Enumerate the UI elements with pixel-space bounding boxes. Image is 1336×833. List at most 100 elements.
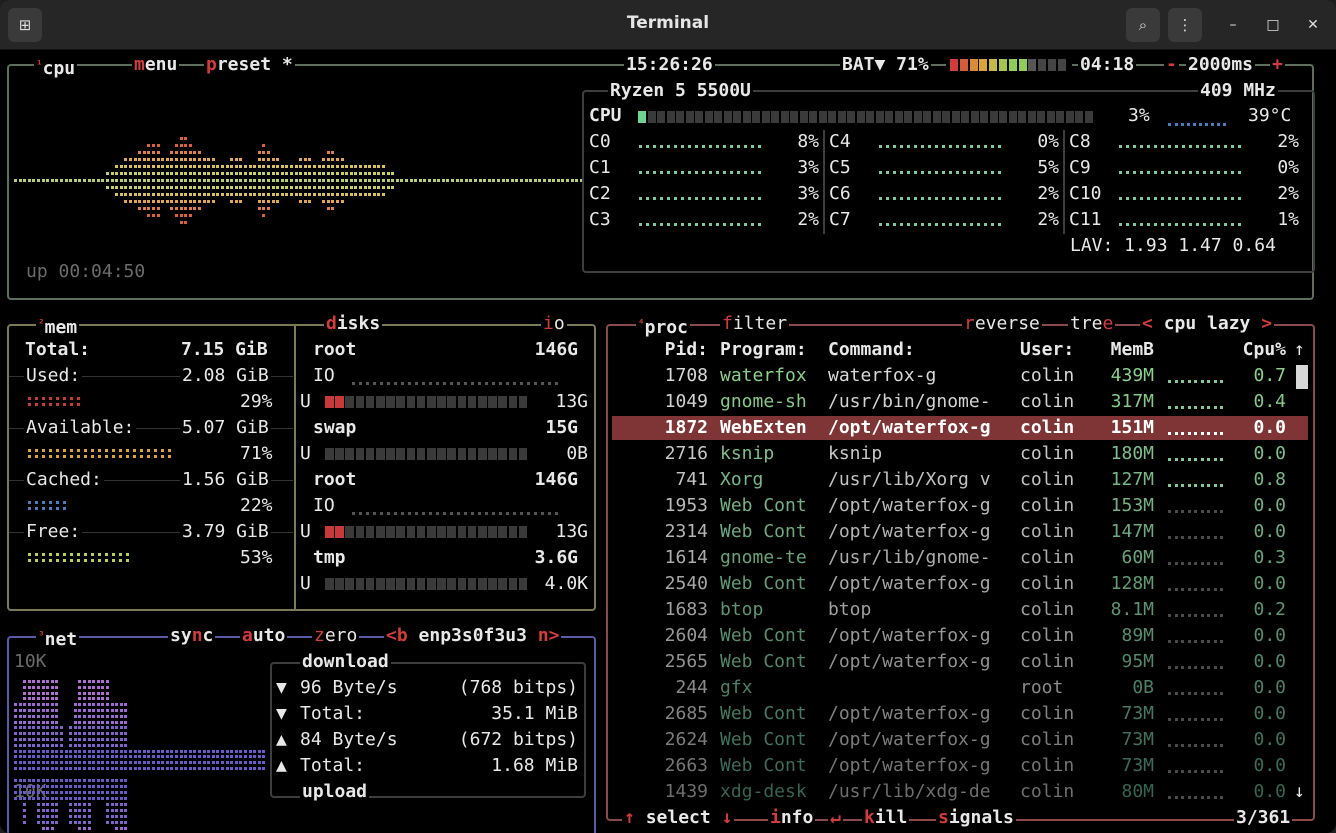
cpu-graph-dot xyxy=(257,172,261,175)
process-row[interactable]: 2624 Web Cont/opt/waterfox-g colin 73M 0.0 xyxy=(612,728,1308,752)
cpu-graph-dot xyxy=(469,179,473,182)
rate-decrease-button[interactable]: - xyxy=(1164,53,1179,77)
graph-dot xyxy=(667,197,670,200)
net-download-dot xyxy=(129,755,132,759)
mem-tab[interactable]: ²mem xyxy=(36,312,80,338)
process-row[interactable]: 1872 WebExten/opt/waterfox-g colin 151M 0.0 xyxy=(612,416,1308,440)
cpu-temp-graph xyxy=(1168,123,1226,126)
cpu-graph-dot xyxy=(372,165,376,168)
net-upload-dot xyxy=(115,791,119,794)
net-download-dot xyxy=(73,749,77,753)
net-download-dot xyxy=(138,761,142,765)
cpu-tab[interactable]: ¹cpu xyxy=(34,53,78,79)
graph-dot xyxy=(914,145,917,148)
maximize-icon[interactable]: □ xyxy=(1261,13,1285,37)
process-row[interactable]: 2716 ksnip ksnip colin 180M 0.0 xyxy=(612,442,1308,466)
net-upload-dot xyxy=(55,821,59,824)
col-mem[interactable]: MemB xyxy=(1092,338,1154,362)
proc-tab[interactable]: ⁴proc xyxy=(636,312,690,338)
cpu-graph-dot xyxy=(147,165,151,168)
net-download-dot xyxy=(179,761,183,765)
col-program[interactable]: Program: xyxy=(720,338,807,362)
net-download-dot xyxy=(78,767,82,770)
process-row[interactable]: 1614 gnome-te/usr/lib/gnome-colin 60M 0.3 xyxy=(612,546,1308,570)
auto-toggle[interactable]: auto xyxy=(240,624,288,648)
graph-dot xyxy=(970,197,973,200)
net-download-dot xyxy=(78,755,82,759)
net-download-dot xyxy=(27,732,31,736)
process-row[interactable]: 1708 waterfox waterfox-g colin 439M 0.7 xyxy=(612,364,1308,388)
col-user[interactable]: User: xyxy=(1020,338,1074,362)
kebab-menu-icon[interactable]: ⋮ xyxy=(1168,8,1202,42)
graph-dot xyxy=(1181,588,1184,591)
graph-dot xyxy=(646,223,649,226)
cpu-graph-dot xyxy=(294,193,298,196)
graph-dot xyxy=(907,223,910,226)
net-download-dot xyxy=(14,720,17,724)
sync-toggle[interactable]: sync xyxy=(168,624,216,648)
cpu-graph-dot xyxy=(234,193,238,196)
cpu-graph-dot xyxy=(193,151,197,154)
process-row[interactable]: 2540 Web Cont/opt/waterfox-g colin 128M 0.0 xyxy=(612,572,1308,596)
info-button[interactable]: info xyxy=(768,806,816,830)
process-row[interactable]: 2565 Web Cont/opt/waterfox-g colin 95M 0.0 xyxy=(612,650,1308,674)
select-control[interactable]: ↑ select ↓ xyxy=(622,806,735,830)
meter-segment xyxy=(376,526,385,538)
sort-selector[interactable]: < cpu lazy > xyxy=(1140,312,1275,336)
zero-toggle[interactable]: zero xyxy=(312,624,360,648)
col-cpu[interactable]: Cpu% xyxy=(1222,338,1286,362)
net-tab[interactable]: ³net xyxy=(36,624,80,650)
col-pid[interactable]: Pid: xyxy=(612,338,708,362)
cpu-graph-dot xyxy=(170,200,174,203)
process-row[interactable]: 244 gfx root 0B 0.0 xyxy=(612,676,1308,700)
close-icon[interactable]: ✕ xyxy=(1301,13,1325,37)
cpu-graph-dot xyxy=(478,179,482,182)
process-row[interactable]: 2314 Web Cont/opt/waterfox-g colin 147M 0.0 xyxy=(612,520,1308,544)
meter-segment xyxy=(386,526,395,538)
net-upload-dot xyxy=(73,809,77,812)
interface-selector[interactable]: <b enp3s0f3u3 n> xyxy=(384,624,562,648)
cpu-graph-dot xyxy=(193,179,197,182)
process-pid: 1439 xyxy=(664,781,708,802)
cpu-graph-dot xyxy=(267,165,270,168)
graph-dot xyxy=(914,171,917,174)
tree-toggle[interactable]: tree xyxy=(1068,312,1116,336)
minimize-icon[interactable]: – xyxy=(1221,13,1245,37)
core-label-c8: C8 xyxy=(1069,131,1091,152)
net-upload-dot xyxy=(78,797,82,800)
io-toggle[interactable]: io xyxy=(541,312,567,336)
scroll-up-arrow[interactable]: ↑ xyxy=(1294,338,1305,362)
graph-dot xyxy=(49,559,52,562)
search-icon[interactable]: ⌕ xyxy=(1126,8,1160,42)
reverse-toggle[interactable]: reverse xyxy=(962,312,1042,336)
cpu-graph-dot xyxy=(147,207,151,210)
disks-tab[interactable]: disks xyxy=(324,312,383,336)
process-row[interactable]: 741 Xorg/usr/lib/Xorg v colin 127M 0.8 xyxy=(612,468,1308,492)
process-row[interactable]: 2604 Web Cont/opt/waterfox-g colin 89M 0.0 xyxy=(612,624,1308,648)
process-row[interactable]: 1049 gnome-sh/usr/bin/gnome-colin 317M 0.4 xyxy=(612,390,1308,414)
process-row[interactable]: 1439 xdg-desk/usr/lib/xdg-de colin 80M 0.0 xyxy=(612,780,1308,804)
process-row[interactable]: 2685 Web Cont/opt/waterfox-g colin 73M 0.0 xyxy=(612,702,1308,726)
process-row[interactable]: 1953 Web Cont/opt/waterfox-g colin 153M 0.0 xyxy=(612,494,1308,518)
process-row[interactable]: 2663 Web Cont/opt/waterfox-g colin 73M 0.0 xyxy=(612,754,1308,778)
graph-dot xyxy=(527,382,530,385)
cpu-graph-dot xyxy=(326,165,330,168)
preset-button[interactable]: preset * xyxy=(204,53,295,77)
col-command[interactable]: Command: xyxy=(828,338,915,362)
cpu-graph-dot xyxy=(280,193,284,196)
cpu-graph-dot xyxy=(175,172,178,175)
net-download-dot xyxy=(55,738,59,741)
signals-button[interactable]: signals xyxy=(936,806,1016,830)
core-divider xyxy=(823,130,825,156)
graph-dot xyxy=(695,223,698,226)
graph-dot xyxy=(709,223,712,226)
menu-button[interactable]: menu xyxy=(132,53,180,77)
rate-increase-button[interactable]: + xyxy=(1270,53,1285,77)
graph-dot xyxy=(1194,614,1197,617)
kill-button[interactable]: kill xyxy=(862,806,910,830)
process-row[interactable]: 1683 btop btop colin 8.1M 0.2 xyxy=(612,598,1308,622)
filter-button[interactable]: filter xyxy=(720,312,790,336)
net-download-dot xyxy=(179,755,183,759)
disk-used: 13G xyxy=(555,521,588,542)
net-upload-dot xyxy=(37,797,40,800)
